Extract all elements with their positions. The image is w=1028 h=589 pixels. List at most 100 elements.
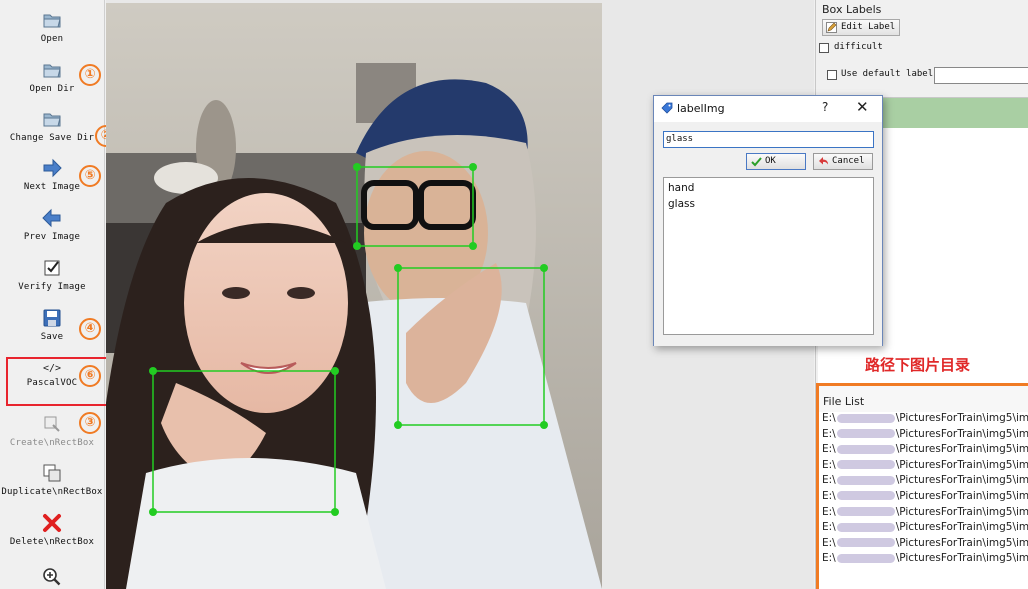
redacted-path-segment xyxy=(836,538,895,548)
file-path-suffix: \PicturesForTrain\img5\img5 xyxy=(895,552,1028,565)
difficult-checkbox[interactable] xyxy=(819,43,829,53)
arrow-right-icon xyxy=(43,158,62,178)
edit-label-button[interactable]: Edit Label xyxy=(822,19,900,36)
use-default-label-text: Use default label xyxy=(841,69,934,79)
tag-icon xyxy=(661,102,673,114)
open-label: Open xyxy=(40,34,64,44)
file-list-item[interactable]: E:\ \PicturesForTrain\img5\img5 xyxy=(819,537,1028,553)
file-path-prefix: E:\ xyxy=(822,443,836,456)
file-path-prefix: E:\ xyxy=(822,521,836,534)
file-path-suffix: \PicturesForTrain\img5\img5 xyxy=(895,458,1028,471)
file-list-item[interactable]: E:\ \PicturesForTrain\img5\img5 xyxy=(819,521,1028,537)
file-list-item[interactable]: E:\ \PicturesForTrain\img5\img5 xyxy=(819,459,1028,475)
floppy-disk-icon xyxy=(43,309,61,327)
file-list-item[interactable]: E:\ \PicturesForTrain\img5\img5 xyxy=(819,443,1028,459)
redacted-path-segment xyxy=(836,507,895,517)
file-path-prefix: E:\ xyxy=(822,489,836,502)
file-path-suffix: \PicturesForTrain\img5\img5 xyxy=(895,427,1028,440)
file-path-prefix: E:\ xyxy=(822,552,836,565)
file-path-suffix: \PicturesForTrain\img5\img5 xyxy=(895,505,1028,518)
arrow-left-icon xyxy=(42,208,61,228)
label-option-glass[interactable]: glass xyxy=(668,196,869,212)
file-list-panel: File List E:\ \PicturesForTrain\img5\img5… xyxy=(816,383,1028,589)
open-dir-icon xyxy=(43,64,61,78)
dialog-titlebar[interactable]: labelImg ? ✕ xyxy=(654,96,882,122)
file-list-item[interactable]: E:\ \PicturesForTrain\img5\img5 xyxy=(819,474,1028,490)
file-path-prefix: E:\ xyxy=(822,536,836,549)
edit-label-text: Edit Label xyxy=(841,22,896,32)
verify-check-icon xyxy=(44,260,60,276)
prev-image-label: Prev Image xyxy=(23,232,81,242)
redacted-path-segment xyxy=(836,553,895,563)
undo-arrow-icon xyxy=(819,157,828,165)
file-list-item[interactable]: E:\ \PicturesForTrain\img5\img5 xyxy=(819,552,1028,568)
duplicate-icon xyxy=(43,464,61,482)
verify-image-button[interactable]: Verify Image xyxy=(0,257,104,292)
change-save-dir-label: Change Save Dir xyxy=(9,133,95,143)
label-option-hand[interactable]: hand xyxy=(668,180,869,196)
step-badge-5: ⑤ xyxy=(79,165,101,187)
file-path-suffix: \PicturesForTrain\img5\img5 xyxy=(895,489,1028,502)
open-button[interactable]: Open xyxy=(0,9,104,44)
dialog-body: glass OK Cancel hand glass xyxy=(654,122,882,346)
ok-button[interactable]: OK xyxy=(746,153,806,170)
annotation-note: 路径下图片目录 xyxy=(865,356,971,374)
file-list-item[interactable]: E:\ \PicturesForTrain\img5\img5 xyxy=(819,428,1028,444)
create-rectbox-label: Create\nRectBox xyxy=(9,438,95,448)
change-save-dir-button[interactable]: Change Save Dir xyxy=(0,108,104,143)
photo-drawing xyxy=(106,3,602,589)
close-button[interactable]: ✕ xyxy=(856,98,869,116)
toolbar: Open Open Dir Change Save Dir Next Image… xyxy=(0,0,117,589)
step-badge-4: ④ xyxy=(79,318,101,340)
file-path-suffix: \PicturesForTrain\img5\img5 xyxy=(895,521,1028,534)
file-path-prefix: E:\ xyxy=(822,458,836,471)
label-dialog: labelImg ? ✕ glass OK Cancel hand glass xyxy=(653,95,883,346)
cancel-button[interactable]: Cancel xyxy=(813,153,873,170)
file-path-suffix: \PicturesForTrain\img5\img5 xyxy=(895,443,1028,456)
duplicate-rectbox-button[interactable]: Duplicate\nRectBox xyxy=(0,462,104,497)
zoom-in-button[interactable] xyxy=(0,566,104,588)
create-rect-icon xyxy=(44,416,60,432)
box-labels-title: Box Labels xyxy=(822,3,882,16)
annotated-photo[interactable] xyxy=(106,3,602,589)
redacted-path-segment xyxy=(836,491,895,501)
check-icon xyxy=(751,157,762,167)
delete-x-icon xyxy=(43,514,61,532)
open-folder-icon xyxy=(43,14,61,28)
delete-rectbox-label: Delete\nRectBox xyxy=(9,537,95,547)
file-list-item[interactable]: E:\ \PicturesForTrain\img5\img5 xyxy=(819,412,1028,428)
difficult-label: difficult xyxy=(834,42,883,52)
redacted-path-segment xyxy=(836,413,895,423)
zoom-in-icon xyxy=(43,568,61,586)
use-default-label-checkbox[interactable] xyxy=(827,70,837,80)
redacted-path-segment xyxy=(836,429,895,439)
file-path-suffix: \PicturesForTrain\img5\img5 xyxy=(895,474,1028,487)
label-input[interactable]: glass xyxy=(663,131,874,148)
file-path-prefix: E:\ xyxy=(822,474,836,487)
file-list-item[interactable]: E:\ \PicturesForTrain\img5\img5 xyxy=(819,490,1028,506)
help-button[interactable]: ? xyxy=(822,100,828,114)
labelimg-window: Open Open Dir Change Save Dir Next Image… xyxy=(0,0,1028,589)
default-label-input[interactable] xyxy=(934,67,1028,84)
redacted-path-segment xyxy=(836,444,895,454)
prev-image-button[interactable]: Prev Image xyxy=(0,207,104,242)
format-highlight-box xyxy=(6,357,110,406)
delete-rectbox-button[interactable]: Delete\nRectBox xyxy=(0,512,104,547)
file-path-suffix: \PicturesForTrain\img5\img5 xyxy=(895,536,1028,549)
ok-label: OK xyxy=(765,156,776,166)
step-badge-3: ③ xyxy=(79,412,101,434)
verify-image-label: Verify Image xyxy=(18,282,86,292)
redacted-path-segment xyxy=(836,522,895,532)
duplicate-rectbox-label: Duplicate\nRectBox xyxy=(1,487,103,497)
file-path-prefix: E:\ xyxy=(822,427,836,440)
file-path-prefix: E:\ xyxy=(822,505,836,518)
label-history-list[interactable]: hand glass xyxy=(663,177,874,335)
edit-pencil-icon xyxy=(826,22,837,33)
file-path-prefix: E:\ xyxy=(822,412,836,424)
step-badge-1: ① xyxy=(79,64,101,86)
file-list-item[interactable]: E:\ \PicturesForTrain\img5\img5 xyxy=(819,506,1028,522)
file-list[interactable]: E:\ \PicturesForTrain\img5\img5 E:\ \Pictur… xyxy=(819,412,1028,589)
dialog-title: labelImg xyxy=(677,102,725,115)
cancel-label: Cancel xyxy=(832,156,865,166)
redacted-path-segment xyxy=(836,475,895,485)
